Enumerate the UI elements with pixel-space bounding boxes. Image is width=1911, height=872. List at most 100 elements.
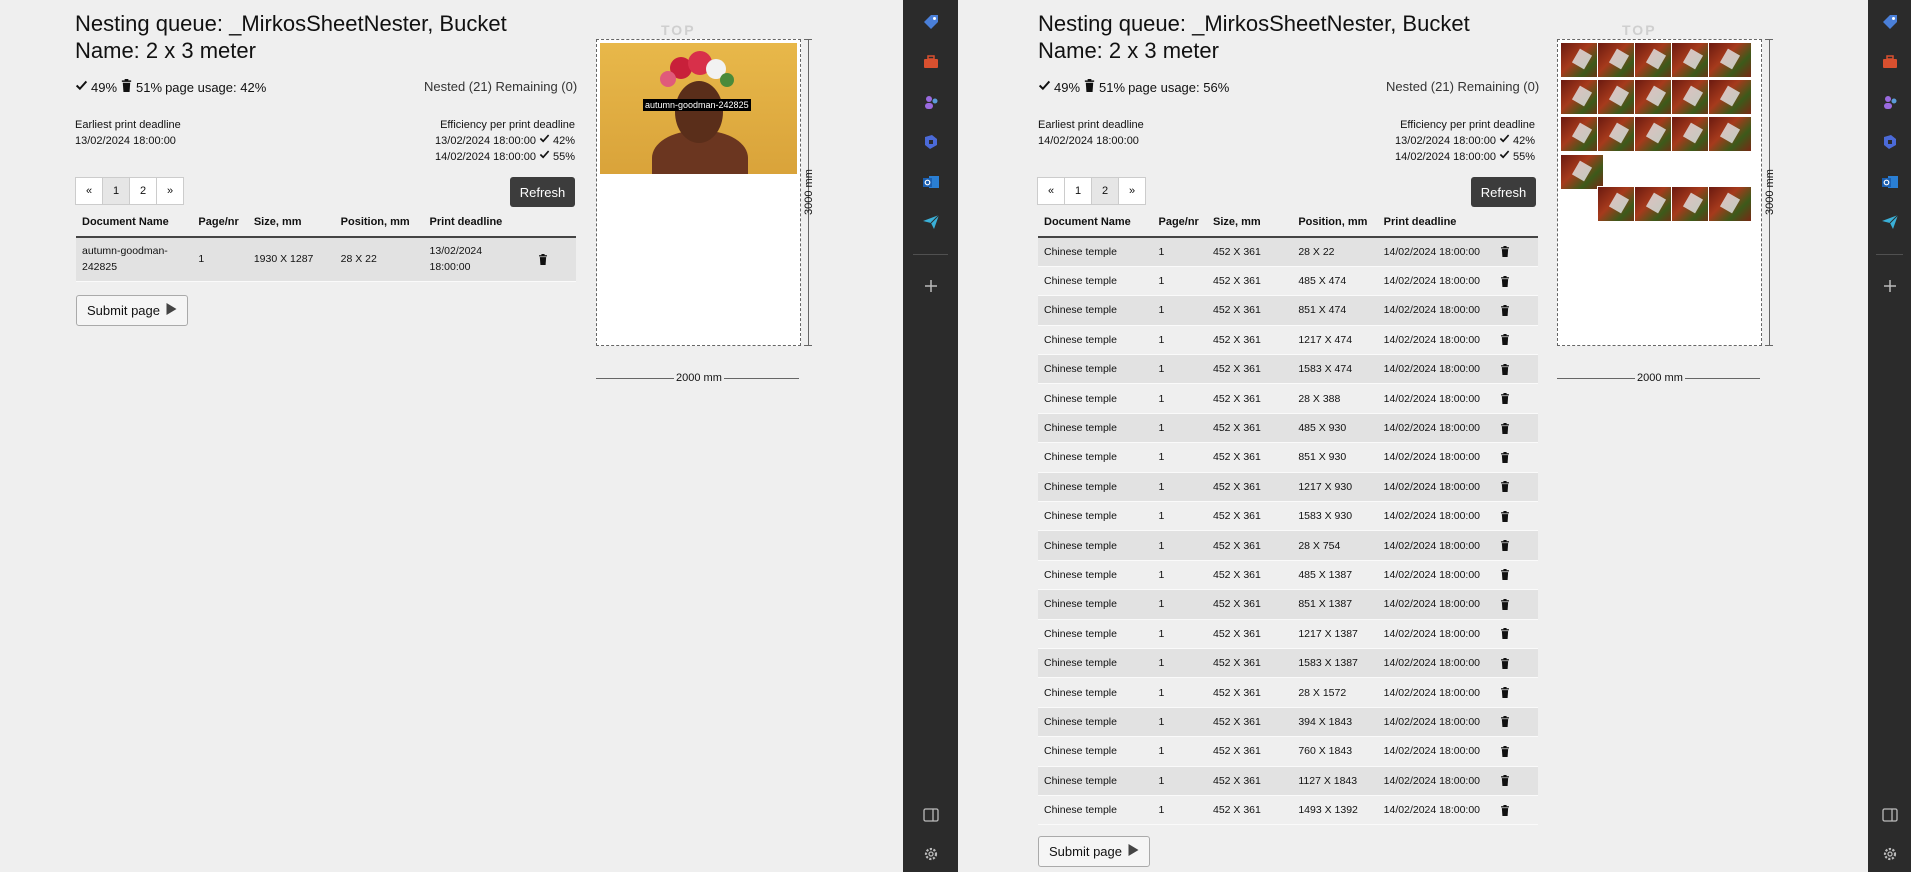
height-label: 3000 mm <box>1764 169 1776 215</box>
efficiency-row: 14/02/2024 18:00:00 55% <box>435 149 575 165</box>
nested-remaining: Nested (21) Remaining (0) <box>424 79 578 94</box>
table-row: Chinese temple 1 452 X 361 1217 X 1387 14/02… <box>1038 619 1538 649</box>
nested-tile[interactable] <box>1708 42 1752 78</box>
copilot-icon[interactable] <box>1880 132 1900 152</box>
pager-prev[interactable]: « <box>1037 177 1065 205</box>
toolbox-icon[interactable] <box>921 52 941 72</box>
delete-button[interactable] <box>1494 413 1538 444</box>
trash-icon <box>1500 275 1532 287</box>
sheet-canvas: autumn-goodman-242825 <box>596 39 801 346</box>
nested-tile[interactable] <box>1708 186 1752 222</box>
nested-tile[interactable] <box>1708 116 1752 152</box>
trash-icon <box>1500 246 1532 258</box>
col-deadline: Print deadline <box>423 207 532 238</box>
nested-tile[interactable] <box>1708 79 1752 115</box>
pager-page-2[interactable]: 2 <box>129 177 157 205</box>
check-icon <box>539 149 550 165</box>
pager-next[interactable]: » <box>1118 177 1146 205</box>
submit-page-button[interactable]: Submit page <box>76 295 188 326</box>
nested-remaining: Nested (21) Remaining (0) <box>1386 79 1540 94</box>
refresh-button[interactable]: Refresh <box>1471 177 1536 207</box>
delete-button[interactable] <box>1494 383 1538 414</box>
delete-button[interactable] <box>1494 707 1538 738</box>
table-row: Chinese temple 1 452 X 361 1127 X 1843 14/02… <box>1038 766 1538 796</box>
tag-icon[interactable] <box>1880 12 1900 32</box>
delete-button[interactable] <box>1494 560 1538 591</box>
delete-button[interactable] <box>1494 472 1538 503</box>
delete-button[interactable] <box>1494 442 1538 473</box>
trash-icon <box>1500 451 1532 463</box>
add-icon[interactable] <box>921 276 941 296</box>
delete-button[interactable] <box>1494 589 1538 620</box>
add-icon[interactable] <box>1880 276 1900 296</box>
delete-button[interactable] <box>1494 266 1538 297</box>
copilot-icon[interactable] <box>921 132 941 152</box>
pager-page-2[interactable]: 2 <box>1091 177 1119 205</box>
toolbox-icon[interactable] <box>1880 52 1900 72</box>
delete-button[interactable] <box>1494 530 1538 561</box>
table-row: Chinese temple 1 452 X 361 485 X 930 14/02/2… <box>1038 413 1538 444</box>
panel-icon[interactable] <box>1880 805 1900 825</box>
outlook-icon[interactable] <box>921 172 941 192</box>
people-icon[interactable] <box>1880 92 1900 112</box>
stats-line: 49% 51% page usage: 56% <box>1038 79 1229 95</box>
delete-button[interactable] <box>1494 619 1538 649</box>
efficiency-block: Efficiency per print deadline 13/02/2024… <box>420 117 575 165</box>
table-row: Chinese temple 1 452 X 361 1583 X 930 14/02/… <box>1038 501 1538 532</box>
people-icon[interactable] <box>921 92 941 112</box>
trash-icon <box>1500 540 1532 552</box>
table-row: Chinese temple 1 452 X 361 760 X 1843 14/02/… <box>1038 736 1538 767</box>
delete-button[interactable] <box>531 237 576 282</box>
table-header: Document Name Page/nr Size, mm Position,… <box>76 207 576 238</box>
delete-button[interactable] <box>1494 354 1538 385</box>
trash-icon <box>1500 363 1532 375</box>
col-position: Position, mm <box>334 207 424 238</box>
pager-page-1[interactable]: 1 <box>1064 177 1092 205</box>
tag-icon[interactable] <box>921 12 941 32</box>
settings-icon[interactable] <box>921 844 941 864</box>
settings-icon[interactable] <box>1880 844 1900 864</box>
table-row: Chinese temple 1 452 X 361 851 X 1387 14/02/… <box>1038 589 1538 620</box>
top-label: TOP <box>661 22 696 38</box>
stat-usage: page usage: 42% <box>165 79 267 95</box>
delete-button[interactable] <box>1494 237 1538 267</box>
nested-tile[interactable] <box>1560 154 1604 190</box>
efficiency-row: 13/02/2024 18:00:00 42% <box>1395 134 1535 147</box>
trash-icon <box>1500 510 1532 522</box>
col-size: Size, mm <box>247 207 335 238</box>
send-icon[interactable] <box>1880 212 1900 232</box>
refresh-button[interactable]: Refresh <box>510 177 575 207</box>
col-position: Position, mm <box>1292 207 1378 238</box>
trash-icon <box>1500 334 1532 346</box>
trash-icon <box>1500 393 1532 405</box>
stat-check: 49% <box>1054 79 1081 95</box>
delete-button[interactable] <box>1494 501 1538 532</box>
table-row: Chinese temple 1 452 X 361 28 X 388 14/02/20… <box>1038 383 1538 414</box>
table-row: Chinese temple 1 452 X 361 485 X 474 14/02/2… <box>1038 266 1538 297</box>
delete-button[interactable] <box>1494 677 1538 708</box>
delete-button[interactable] <box>1494 766 1538 796</box>
panel-icon[interactable] <box>921 805 941 825</box>
pager-next[interactable]: » <box>156 177 184 205</box>
delete-button[interactable] <box>1494 795 1538 826</box>
stats-line: 49% 51% page usage: 42% <box>75 79 266 95</box>
send-icon[interactable] <box>921 212 941 232</box>
earliest-deadline: Earliest print deadline 13/02/2024 18:00… <box>75 117 181 149</box>
height-label: 3000 mm <box>803 169 815 215</box>
nested-image[interactable]: autumn-goodman-242825 <box>600 43 797 174</box>
delete-button[interactable] <box>1494 648 1538 679</box>
documents-table: Document Name Page/nr Size, mm Position,… <box>1038 207 1538 826</box>
pager-prev[interactable]: « <box>75 177 103 205</box>
delete-button[interactable] <box>1494 325 1538 356</box>
submit-page-button[interactable]: Submit page <box>1038 836 1150 867</box>
delete-button[interactable] <box>1494 295 1538 326</box>
trash-icon <box>538 253 571 265</box>
check-icon <box>1038 79 1051 95</box>
pagination: « 1 2 » <box>1037 177 1146 205</box>
outlook-icon[interactable] <box>1880 172 1900 192</box>
delete-button[interactable] <box>1494 736 1538 767</box>
col-page: Page/nr <box>1152 207 1207 238</box>
pager-page-1[interactable]: 1 <box>102 177 130 205</box>
efficiency-block: Efficiency per print deadline 13/02/2024… <box>1378 117 1535 165</box>
efficiency-row: 14/02/2024 18:00:00 55% <box>1395 150 1535 163</box>
